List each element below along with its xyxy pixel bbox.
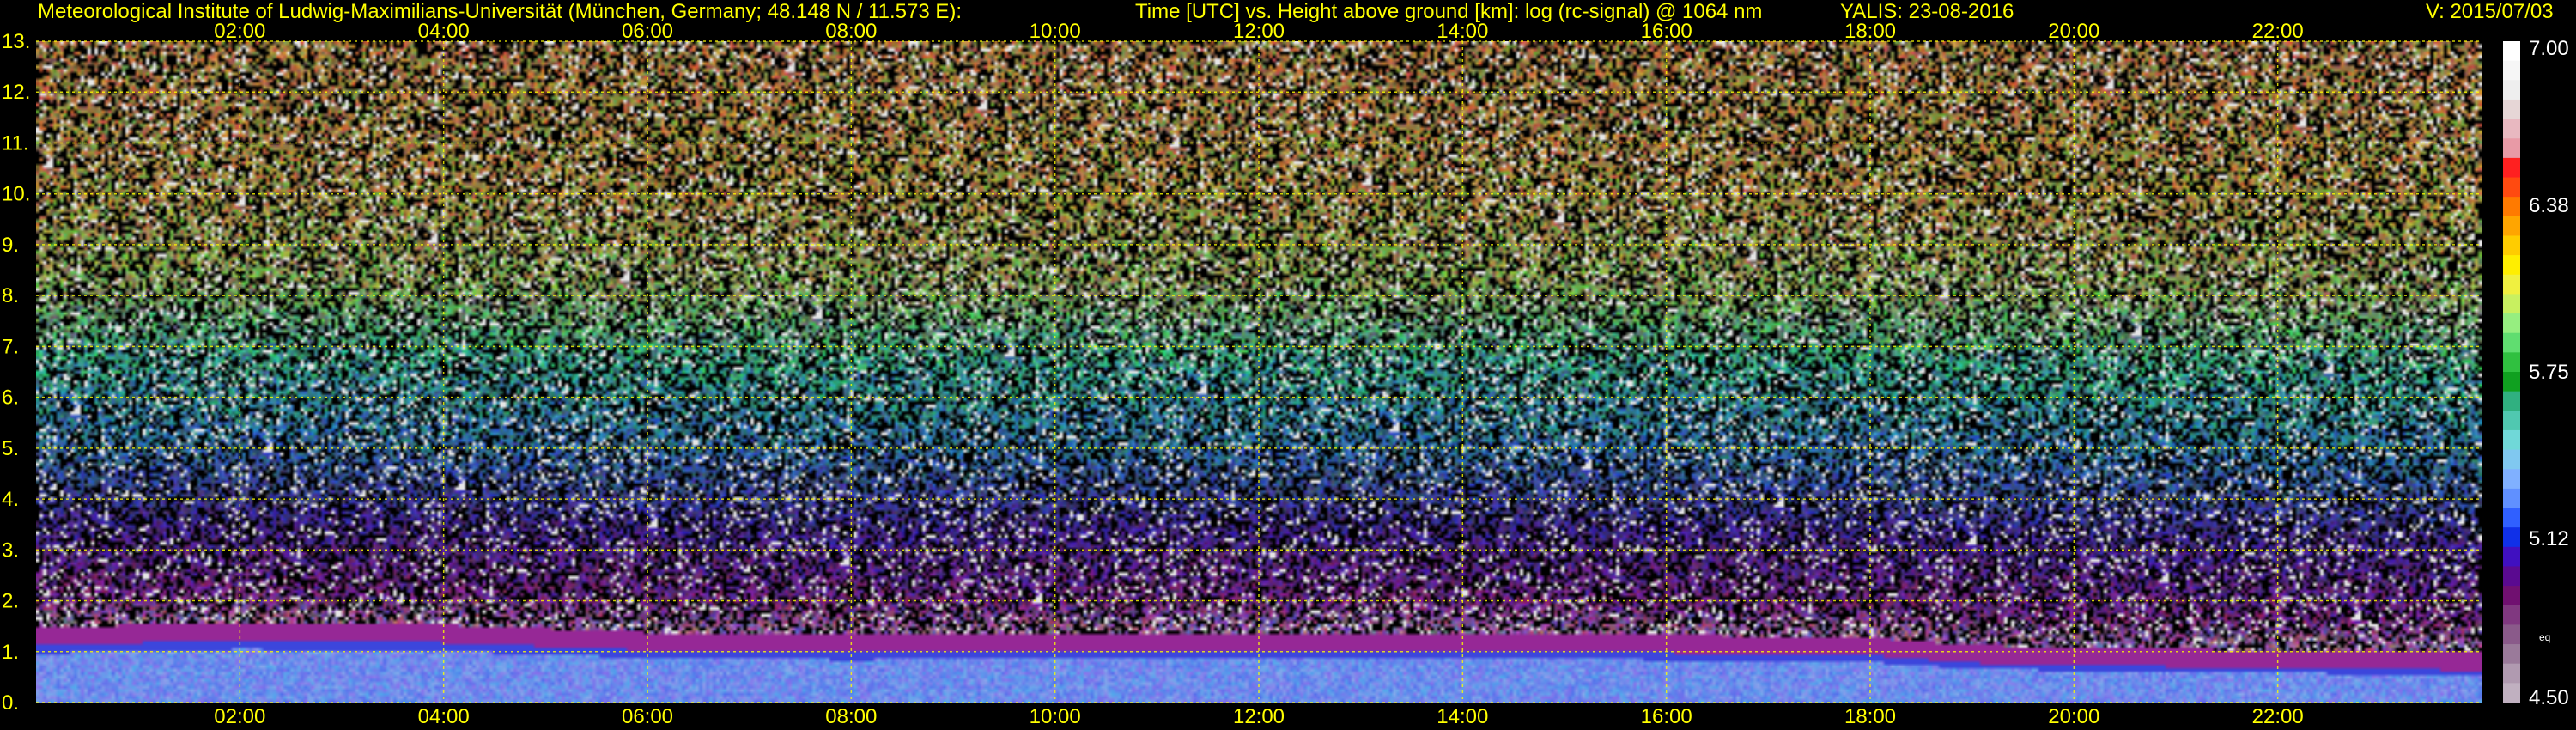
colorbar-segment (2503, 41, 2520, 62)
x-tick-label-bottom: 14:00 (1437, 705, 1488, 728)
x-tick-label-bottom: 20:00 (2048, 705, 2099, 728)
x-tick-label-top: 16:00 (1641, 20, 1692, 43)
colorbar-eq-label: eq (2539, 631, 2550, 643)
y-tick-label: 13. (2, 30, 30, 53)
colorbar-segment (2503, 138, 2520, 159)
colorbar-segment (2503, 119, 2520, 139)
colorbar-segment (2503, 313, 2520, 334)
colorbar-segment (2503, 644, 2520, 665)
x-tick-label-bottom: 18:00 (1844, 705, 1896, 728)
x-tick-label-top: 10:00 (1030, 20, 1081, 43)
x-tick-label-top: 12:00 (1233, 20, 1285, 43)
colorbar-segment (2503, 411, 2520, 431)
x-tick-label-top: 14:00 (1437, 20, 1488, 43)
colorbar-segment (2503, 586, 2520, 606)
colorbar-segment (2503, 332, 2520, 353)
x-tick-label-bottom: 02:00 (214, 705, 265, 728)
colorbar-segment (2503, 216, 2520, 236)
colorbar-segment (2503, 683, 2520, 703)
x-tick-label-top: 06:00 (622, 20, 673, 43)
colorbar-segment (2503, 391, 2520, 411)
x-tick-label-top: 20:00 (2048, 20, 2099, 43)
colorbar-segment (2503, 60, 2520, 81)
colorbar-segment (2503, 624, 2520, 645)
colorbar-label: 5.12 (2529, 527, 2569, 551)
y-tick-label: 6. (2, 386, 19, 410)
colorbar-label: 7.00 (2529, 37, 2569, 60)
x-tick-label-bottom: 12:00 (1233, 705, 1285, 728)
colorbar-segment (2503, 508, 2520, 528)
y-tick-label: 1. (2, 641, 19, 664)
y-tick-label: 8. (2, 284, 19, 307)
colorbar-segment (2503, 235, 2520, 256)
y-tick-label: 12. (2, 81, 30, 104)
y-tick-label: 11. (2, 131, 29, 155)
x-tick-label-bottom: 04:00 (418, 705, 470, 728)
colorbar-segment (2503, 157, 2520, 179)
x-tick-label-top: 18:00 (1844, 20, 1896, 43)
colorbar-segment (2503, 469, 2520, 490)
x-tick-label-top: 08:00 (825, 20, 877, 43)
colorbar-segment (2503, 197, 2520, 217)
colorbar-segment (2503, 527, 2520, 548)
colorbar-segment (2503, 566, 2520, 587)
colorbar-segment (2503, 177, 2520, 198)
y-tick-label: 0. (2, 691, 19, 715)
y-tick-label: 2. (2, 590, 19, 613)
colorbar-segment (2503, 605, 2520, 625)
chart-overlay: 0. 1. 2. 3. 4. 5. 6. 7. 8. 9. 10. 11. 12. 13. 02:00 02… (2, 20, 2569, 728)
colorbar-label: 6.38 (2529, 194, 2569, 217)
colorbar-segment (2503, 352, 2520, 373)
y-tick-label: 7. (2, 335, 19, 358)
colorbar-segment (2503, 294, 2520, 314)
colorbar-label: 5.75 (2529, 361, 2569, 384)
x-tick-label-bottom: 22:00 (2252, 705, 2304, 728)
y-tick-label: 4. (2, 488, 19, 511)
y-tick-label: 9. (2, 234, 19, 257)
colorbar-segment (2503, 546, 2520, 567)
colorbar-segment (2503, 255, 2520, 276)
y-tick-label: 5. (2, 437, 19, 460)
x-tick-label-bottom: 10:00 (1030, 705, 1081, 728)
colorbar-segment (2503, 372, 2520, 392)
colorbar-segment (2503, 429, 2520, 451)
x-tick-label-bottom: 16:00 (1641, 705, 1692, 728)
colorbar-label: 4.50 (2529, 686, 2569, 709)
x-tick-label-top: 22:00 (2252, 20, 2304, 43)
colorbar-segment (2503, 488, 2520, 509)
x-tick-label-top: 02:00 (214, 20, 265, 43)
x-tick-label-bottom: 06:00 (622, 705, 673, 728)
x-tick-label-bottom: 08:00 (825, 705, 877, 728)
colorbar-segment (2503, 274, 2520, 295)
y-tick-label: 10. (2, 183, 30, 206)
colorbar-segment (2503, 663, 2520, 684)
x-tick-label-top: 04:00 (418, 20, 470, 43)
colorbar-segment (2503, 449, 2520, 470)
colorbar-segment (2503, 80, 2520, 100)
y-tick-label: 3. (2, 538, 19, 562)
colorbar-segment (2503, 99, 2520, 120)
